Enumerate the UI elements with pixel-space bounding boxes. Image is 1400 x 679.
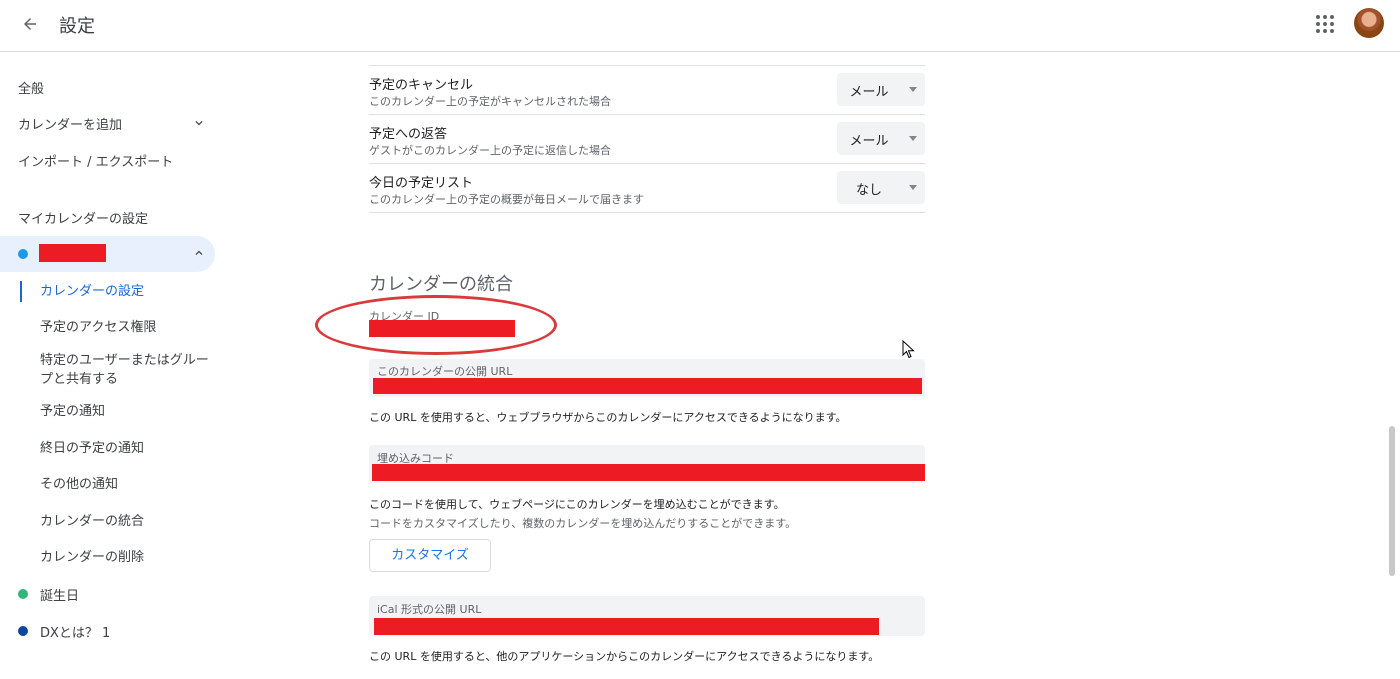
sidebar-sub-access-permissions[interactable]: 予定のアクセス権限 — [40, 318, 156, 337]
sidebar-item-selected-calendar[interactable] — [0, 236, 215, 272]
redacted-embed-code — [372, 464, 925, 481]
ical-url-help: この URL を使用すると、他のアプリケーションからこのカレンダーにアクセスでき… — [369, 650, 880, 663]
sidebar-item-import-export[interactable]: インポート / エクスポート — [18, 151, 173, 170]
page-title: 設定 — [59, 16, 95, 37]
dropdown-arrow-icon — [909, 87, 917, 92]
sidebar-item-add-calendar[interactable]: カレンダーを追加 — [18, 114, 122, 133]
select-value: メール — [849, 134, 889, 149]
notification-desc-cancel: このカレンダー上の予定がキャンセルされた場合 — [369, 95, 611, 108]
sidebar-sub-event-notifications[interactable]: 予定の通知 — [40, 402, 105, 421]
mouse-cursor-icon — [902, 340, 915, 359]
notification-desc-reply: ゲストがこのカレンダー上の予定に返信した場合 — [369, 144, 611, 157]
notification-desc-daily-agenda: このカレンダー上の予定の概要が毎日メールで届きます — [369, 193, 644, 206]
redacted-ical-url — [374, 618, 879, 635]
my-calendars-label: マイカレンダーの設定 — [18, 212, 149, 227]
sidebar-sub-integrate-calendar[interactable]: カレンダーの統合 — [40, 512, 144, 531]
notification-select-reply[interactable]: メール — [837, 122, 925, 155]
redacted-public-url — [373, 378, 922, 394]
embed-help-1: このコードを使用して、ウェブページにこのカレンダーを埋め込むことができます。 — [369, 498, 785, 511]
embed-help-2: コードをカスタマイズしたり、複数のカレンダーを埋め込んだりすることができます。 — [369, 517, 797, 530]
sidebar-item-general[interactable]: 全般 — [18, 78, 44, 97]
calendar-color-dot — [18, 626, 28, 636]
settings-sidebar: 全般 カレンダーを追加 インポート / エクスポート マイカレンダーの設定 カレ… — [0, 52, 230, 679]
select-value: なし — [855, 183, 882, 198]
embed-code-field[interactable]: 埋め込みコード — [369, 445, 925, 483]
sidebar-sub-allday-notifications[interactable]: 終日の予定の通知 — [40, 439, 144, 458]
row-divider — [369, 114, 925, 115]
dropdown-arrow-icon — [909, 185, 917, 190]
notification-title-daily-agenda: 今日の予定リスト — [369, 176, 474, 191]
dropdown-arrow-icon — [909, 136, 917, 141]
chevron-down-icon[interactable] — [192, 116, 206, 130]
sidebar-item-dx-calendar[interactable]: DXとは？ 1 — [40, 622, 110, 641]
notification-title-cancel: 予定のキャンセル — [369, 78, 474, 93]
calendar-color-dot — [18, 589, 28, 599]
calendar-color-dot — [18, 249, 28, 259]
select-value: メール — [849, 85, 889, 100]
sidebar-item-birthdays[interactable]: 誕生日 — [40, 585, 79, 604]
back-button[interactable] — [16, 10, 44, 38]
notification-title-reply: 予定への返答 — [369, 127, 448, 142]
app-header: 設定 — [0, 0, 1400, 52]
scrollbar-thumb[interactable] — [1389, 426, 1395, 576]
row-divider — [369, 212, 925, 213]
settings-content: 予定のキャンセル このカレンダー上の予定がキャンセルされた場合 メール 予定への… — [369, 0, 929, 679]
redacted-calendar-name — [39, 244, 106, 262]
public-url-field[interactable]: このカレンダーの公開 URL — [369, 359, 925, 397]
public-url-help: この URL を使用すると、ウェブブラウザからこのカレンダーにアクセスできるよう… — [369, 411, 847, 424]
sidebar-sub-remove-calendar[interactable]: カレンダーの削除 — [40, 548, 144, 567]
sidebar-sub-share-with-users[interactable]: 特定のユーザーまたはグループと共有する — [40, 351, 210, 389]
public-url-label: このカレンダーの公開 URL — [377, 365, 513, 378]
chevron-up-icon[interactable] — [192, 246, 206, 260]
customize-button[interactable]: カスタマイズ — [369, 539, 491, 572]
sidebar-sub-calendar-settings[interactable]: カレンダーの設定 — [40, 282, 144, 301]
ical-url-field[interactable]: iCal 形式の公開 URL — [369, 596, 925, 636]
active-indicator — [20, 281, 22, 302]
sidebar-sub-other-notifications[interactable]: その他の通知 — [40, 475, 118, 494]
row-divider — [369, 65, 925, 66]
row-divider — [369, 163, 925, 164]
notification-select-daily-agenda[interactable]: なし — [837, 171, 925, 204]
ical-url-label: iCal 形式の公開 URL — [377, 603, 482, 616]
apps-grid-icon[interactable] — [1314, 13, 1336, 35]
section-title-integration: カレンダーの統合 — [369, 274, 513, 295]
redacted-calendar-id[interactable] — [369, 320, 515, 337]
account-avatar[interactable] — [1354, 8, 1384, 38]
notification-select-cancel[interactable]: メール — [837, 73, 925, 106]
arrow-back-icon — [24, 18, 36, 30]
